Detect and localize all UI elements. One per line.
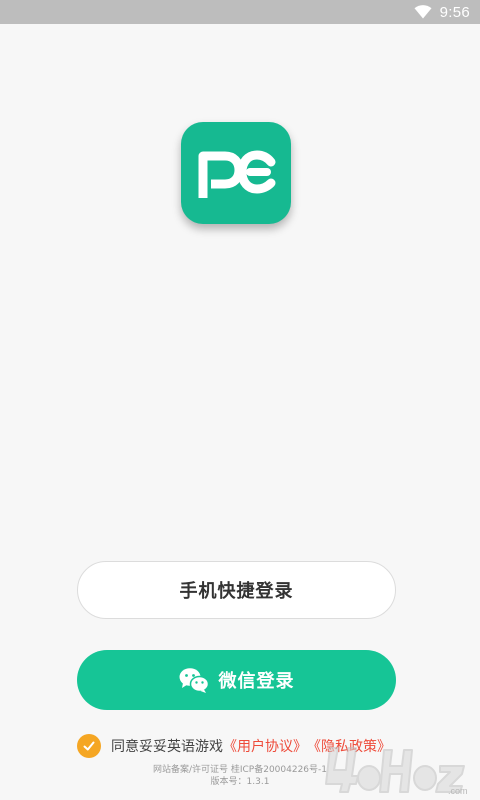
svg-text:.com: .com — [448, 786, 468, 796]
pe-logo-icon — [198, 150, 276, 198]
agree-text: 同意妥妥英语游戏 — [111, 739, 223, 755]
status-icons: 9:56 — [414, 0, 470, 24]
phone-login-label: 手机快捷登录 — [179, 581, 294, 602]
wechat-login-button[interactable]: 微信登录 — [77, 650, 396, 710]
watermark-logo: .com — [325, 747, 468, 796]
agree-checkbox[interactable] — [77, 734, 101, 758]
status-bar: 9:56 — [0, 0, 480, 24]
user-agreement-link[interactable]: 《用户协议》 — [223, 736, 307, 756]
app-logo — [181, 122, 291, 224]
phone-login-button[interactable]: 手机快捷登录 — [77, 561, 396, 619]
status-time: 9:56 — [439, 3, 470, 21]
wifi-icon — [414, 5, 432, 19]
check-icon — [83, 741, 95, 751]
wechat-login-label: 微信登录 — [218, 671, 295, 692]
wechat-icon — [179, 668, 209, 693]
